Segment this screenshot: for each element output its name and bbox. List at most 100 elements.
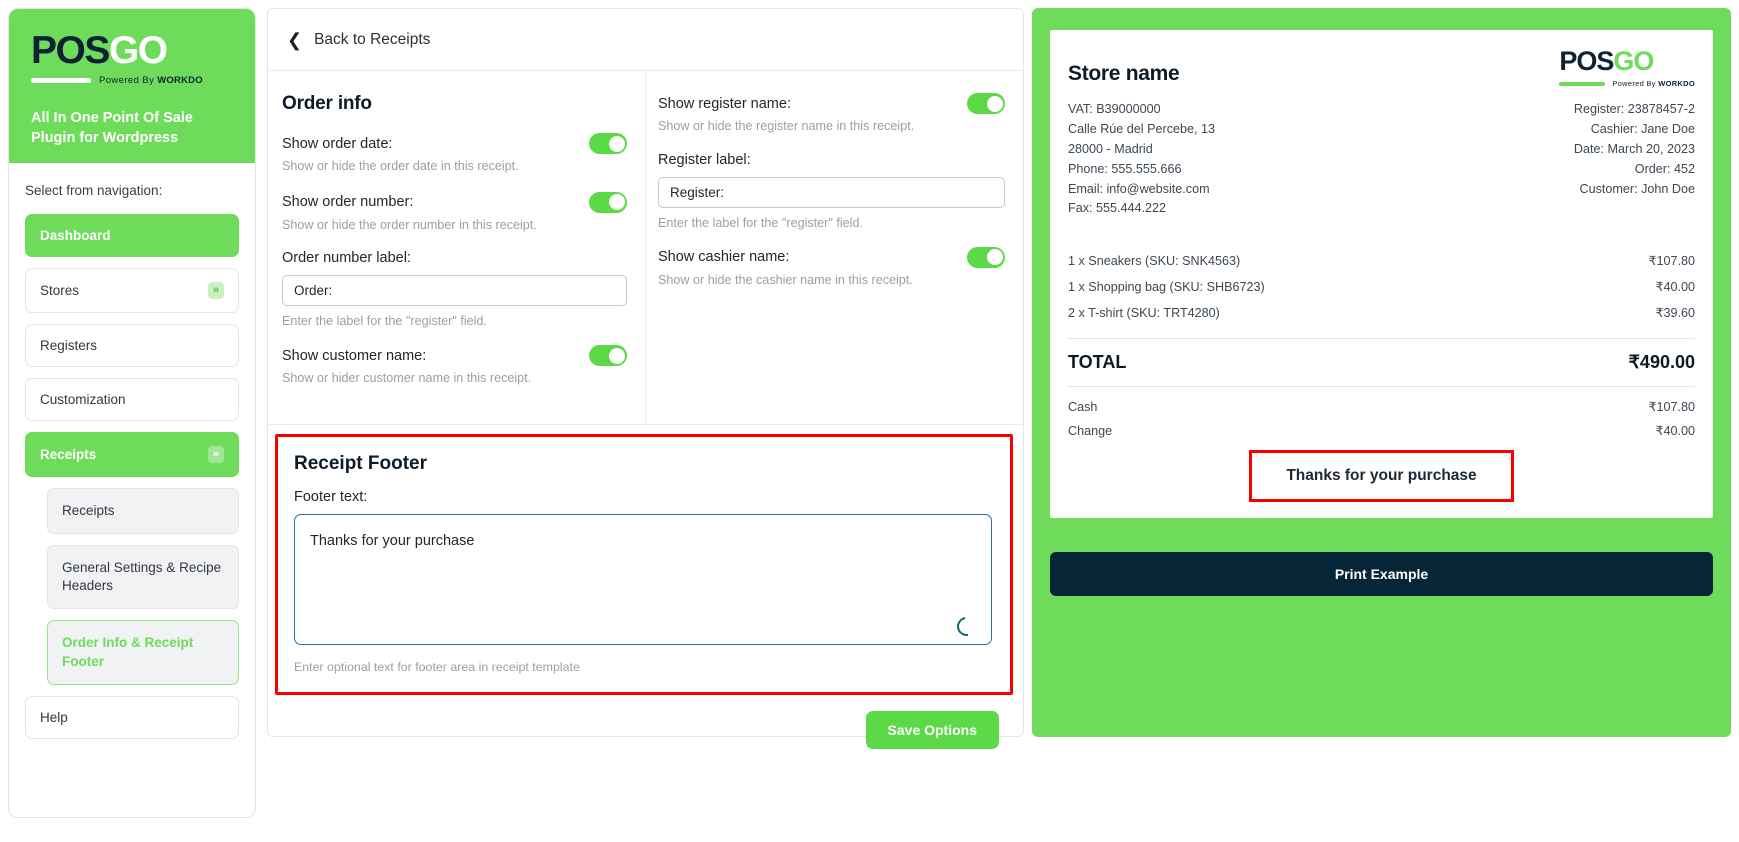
show-cashier-name-label: Show cashier name: bbox=[658, 249, 790, 266]
app-root: POSGO Powered By WORKDO All In One Point… bbox=[0, 0, 1739, 842]
show-cashier-name-hint: Show or hide the cashier name in this re… bbox=[658, 272, 913, 287]
meta-line: 28000 - Madrid bbox=[1068, 141, 1153, 156]
show-order-date-label: Show order date: bbox=[282, 135, 393, 152]
receipt-card: POSGO Powered By WORKDO Store name VAT: … bbox=[1050, 30, 1713, 518]
logo-subline: Powered By WORKDO bbox=[31, 75, 233, 86]
receipt-logo-go-text: GO bbox=[1613, 46, 1654, 76]
receipt-payments: Cash ₹107.80 Change ₹40.00 bbox=[1068, 396, 1695, 444]
sidebar-item-registers[interactable]: Registers bbox=[25, 323, 239, 367]
receipt-logo-pos-text: POS bbox=[1559, 46, 1614, 76]
receipt-logo-wordmark: POSGO bbox=[1559, 48, 1695, 75]
show-register-name-label: Show register name: bbox=[658, 95, 791, 112]
logo-pos-text: POS bbox=[31, 29, 110, 72]
show-order-date-hint: Show or hide the order date in this rece… bbox=[282, 159, 519, 173]
sidebar-item-label: Registers bbox=[40, 337, 98, 353]
meta-line: Cashier: Jane Doe bbox=[1590, 121, 1695, 136]
total-label: TOTAL bbox=[1068, 351, 1127, 372]
show-order-number-toggle[interactable] bbox=[589, 191, 627, 213]
sidebar-item-receipts[interactable]: Receipts » bbox=[25, 431, 239, 477]
receipt-meta-left: VAT: B39000000 Calle Rúe del Percebe, 13… bbox=[1068, 100, 1215, 219]
show-cashier-name-row: Show cashier name: bbox=[658, 246, 1005, 268]
receipt-line-item: 1 x Shopping bag (SKU: SHB6723) ₹40.00 bbox=[1068, 275, 1695, 301]
line-item-price: ₹107.80 bbox=[1648, 254, 1695, 269]
payment-label: Cash bbox=[1068, 399, 1098, 414]
sidebar-item-label: Receipts bbox=[40, 446, 97, 462]
show-order-number-row: Show order number: bbox=[282, 191, 627, 213]
register-label-input[interactable] bbox=[658, 176, 1005, 208]
logo-wordmark: POSGO bbox=[31, 31, 233, 70]
sidebar-item-help[interactable]: Help bbox=[25, 695, 239, 739]
order-number-label-input[interactable] bbox=[282, 275, 627, 307]
show-customer-name-row: Show customer name: bbox=[282, 345, 627, 367]
items-divider bbox=[1068, 337, 1695, 339]
sidebar-item-stores[interactable]: Stores » bbox=[25, 268, 239, 313]
sidebar-item-customization[interactable]: Customization bbox=[25, 377, 239, 421]
order-number-label-hint: Enter the label for the "register" field… bbox=[282, 314, 487, 329]
receipt-powered-brand: WORKDO bbox=[1658, 79, 1695, 88]
payment-row: Cash ₹107.80 bbox=[1068, 396, 1695, 420]
receipt-meta: VAT: B39000000 Calle Rúe del Percebe, 13… bbox=[1068, 100, 1695, 219]
register-info-column: Show register name: Show or hide the reg… bbox=[646, 71, 1023, 424]
sidebar-subitem-general-settings[interactable]: General Settings & Recipe Headers bbox=[47, 544, 239, 610]
meta-line: Phone: 555.555.666 bbox=[1068, 161, 1182, 176]
show-register-name-toggle[interactable] bbox=[967, 93, 1005, 114]
sidebar-subitem-receipts[interactable]: Receipts bbox=[47, 487, 239, 534]
meta-line: Date: March 20, 2023 bbox=[1573, 141, 1695, 156]
logo-powered-by: Powered By WORKDO bbox=[99, 75, 203, 86]
show-customer-name-toggle[interactable] bbox=[589, 345, 627, 367]
receipt-footer-highlight: Thanks for your purchase bbox=[1068, 449, 1695, 502]
sidebar-item-label: Help bbox=[40, 709, 68, 725]
brand-tagline: All In One Point Of Sale Plugin for Word… bbox=[31, 110, 193, 146]
payment-row: Change ₹40.00 bbox=[1068, 420, 1695, 444]
chevron-double-right-icon: » bbox=[207, 282, 224, 299]
meta-line: Fax: 555.444.222 bbox=[1068, 201, 1167, 216]
show-order-number-hint: Show or hide the order number in this re… bbox=[282, 217, 537, 232]
sidebar-subitem-order-info-receipt-footer[interactable]: Order Info & Receipt Footer bbox=[47, 620, 239, 685]
settings-panel: ❮ Back to Receipts Order info Show order… bbox=[267, 8, 1024, 749]
line-item-desc: 1 x Shopping bag (SKU: SHB6723) bbox=[1068, 280, 1265, 295]
receipt-powered-prefix: Powered By bbox=[1612, 79, 1659, 88]
sidebar-item-label: Customization bbox=[40, 391, 126, 407]
register-label-hint: Enter the label for the "register" field… bbox=[658, 215, 863, 230]
meta-line: Order: 452 bbox=[1634, 161, 1695, 176]
receipt-line-item: 2 x T-shirt (SKU: TRT4280) ₹39.60 bbox=[1068, 301, 1695, 327]
powered-prefix: Powered By bbox=[99, 75, 158, 86]
receipt-total-row: TOTAL ₹490.00 bbox=[1068, 352, 1695, 373]
toggle-knob bbox=[986, 249, 1003, 266]
back-to-receipts-link[interactable]: Back to Receipts bbox=[314, 31, 430, 49]
line-item-desc: 1 x Sneakers (SKU: SNK4563) bbox=[1068, 254, 1241, 269]
order-info-column: Order info Show order date: Show or hide… bbox=[268, 71, 646, 424]
receipt-preview-panel: POSGO Powered By WORKDO Store name VAT: … bbox=[1032, 8, 1731, 737]
toggle-knob bbox=[608, 135, 625, 152]
show-customer-name-label: Show customer name: bbox=[282, 347, 427, 364]
footer-text-label: Footer text: bbox=[294, 488, 368, 505]
sidebar-item-dashboard[interactable]: Dashboard bbox=[25, 214, 239, 257]
meta-line: VAT: B39000000 bbox=[1068, 102, 1161, 116]
receipt-logo-underline-bar bbox=[1559, 81, 1606, 86]
payment-label: Change bbox=[1068, 423, 1113, 438]
show-cashier-name-toggle[interactable] bbox=[967, 246, 1005, 268]
meta-line: Customer: John Doe bbox=[1579, 181, 1696, 196]
show-order-date-toggle[interactable] bbox=[589, 133, 627, 154]
line-item-price: ₹40.00 bbox=[1655, 280, 1695, 295]
meta-line: Calle Rúe del Percebe, 13 bbox=[1068, 121, 1216, 136]
toggle-knob bbox=[986, 95, 1003, 112]
register-label-label: Register label: bbox=[658, 151, 751, 168]
sidebar-item-label: Dashboard bbox=[40, 228, 111, 243]
line-item-desc: 2 x T-shirt (SKU: TRT4280) bbox=[1068, 305, 1220, 320]
chevron-double-right-icon: » bbox=[207, 445, 224, 463]
footer-text-input[interactable] bbox=[294, 513, 992, 645]
back-bar[interactable]: ❮ Back to Receipts bbox=[268, 9, 1023, 71]
chevron-left-icon: ❮ bbox=[287, 29, 303, 50]
powered-brand: WORKDO bbox=[157, 75, 203, 86]
print-example-button[interactable]: Print Example bbox=[1050, 551, 1713, 596]
total-value: ₹490.00 bbox=[1628, 351, 1695, 372]
meta-line: Email: info@website.com bbox=[1068, 181, 1210, 196]
save-options-button[interactable]: Save Options bbox=[865, 710, 999, 749]
payment-value: ₹107.80 bbox=[1648, 399, 1695, 414]
nav-heading: Select from navigation: bbox=[25, 183, 163, 198]
receipt-footer-text: Thanks for your purchase bbox=[1249, 449, 1514, 502]
receipt-footer-title: Receipt Footer bbox=[294, 452, 428, 474]
sidebar-subnav: Receipts General Settings & Recipe Heade… bbox=[25, 487, 239, 685]
receipt-logo-powered-by: Powered By WORKDO bbox=[1612, 79, 1695, 88]
